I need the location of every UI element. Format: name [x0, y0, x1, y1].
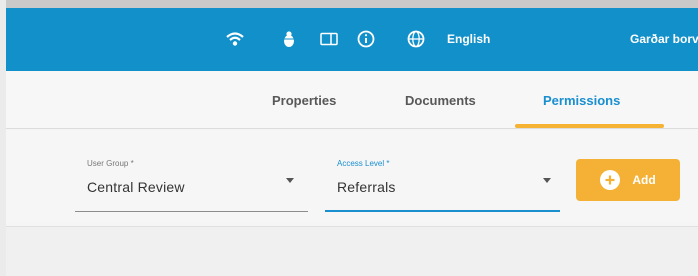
permissions-form: User Group * Central Review Access Level… — [6, 130, 698, 222]
app-window: English Garðar borv Properties Documents… — [6, 0, 698, 276]
globe-icon[interactable] — [405, 28, 427, 50]
add-button-label: Add — [632, 173, 656, 187]
access-level-value: Referrals — [337, 179, 396, 195]
user-group-select[interactable]: User Group * Central Review — [75, 147, 308, 212]
user-name[interactable]: Garðar borv — [630, 32, 698, 46]
tablet-icon[interactable] — [318, 28, 340, 50]
tab-bar: Properties Documents Permissions — [6, 71, 698, 129]
wifi-icon[interactable] — [224, 28, 246, 50]
access-level-select[interactable]: Access Level * Referrals — [325, 147, 560, 212]
active-tab-indicator — [515, 124, 664, 128]
tab-documents[interactable]: Documents — [405, 93, 476, 108]
chevron-down-icon[interactable] — [286, 178, 294, 183]
access-level-label: Access Level * — [337, 159, 390, 168]
add-button[interactable]: Add — [576, 159, 680, 201]
tab-permissions[interactable]: Permissions — [543, 93, 620, 108]
chevron-down-icon[interactable] — [543, 178, 551, 183]
permissions-list-panel — [6, 226, 698, 276]
language-selector[interactable]: English — [447, 32, 490, 46]
tab-properties[interactable]: Properties — [272, 93, 336, 108]
top-app-bar: English Garðar borv — [6, 8, 698, 71]
info-icon[interactable] — [355, 28, 377, 50]
plus-circle-icon — [600, 170, 621, 190]
user-group-value: Central Review — [87, 179, 185, 195]
bug-icon[interactable] — [278, 28, 300, 50]
user-group-label: User Group * — [87, 159, 134, 168]
